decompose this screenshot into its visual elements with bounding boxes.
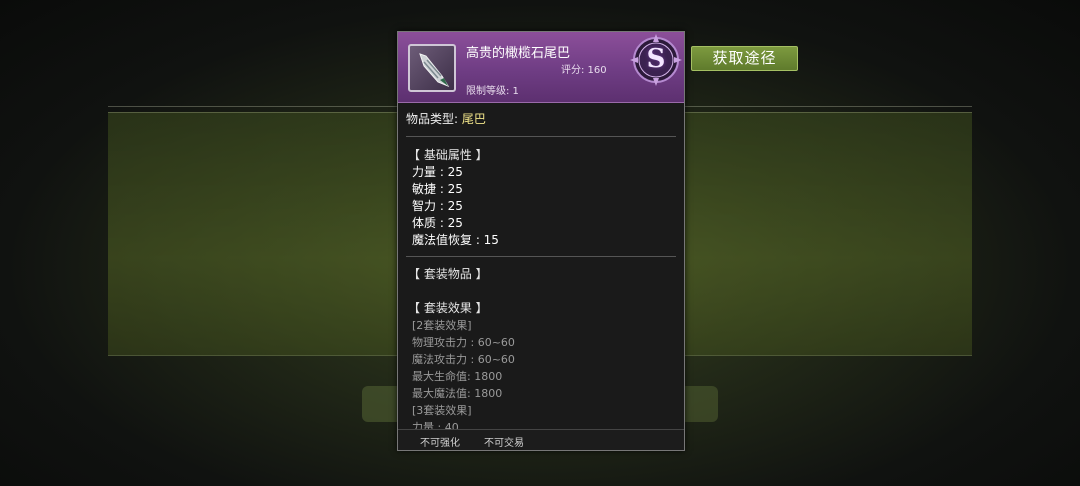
item-tooltip: 高贵的橄榄石尾巴 评分: 160 限制等级: 1 S 物品类型: 尾巴 【 基础… — [397, 31, 685, 451]
item-type-value: 尾巴 — [461, 112, 486, 126]
grade-letter: S — [646, 44, 666, 74]
stat-strength: 力量 : 25 — [412, 165, 463, 179]
stat-agility: 敏捷 : 25 — [412, 182, 463, 196]
set-items-title: 【 套装物品 】 — [408, 267, 488, 281]
set-effect-line: [2套装效果] — [412, 319, 472, 332]
level-limit: 限制等级: 1 — [466, 86, 519, 97]
set-effect-line: 最大魔法值: 1800 — [412, 387, 503, 400]
set-effect-line: 最大生命值: 1800 — [412, 370, 503, 383]
tooltip-header: 高贵的橄榄石尾巴 评分: 160 限制等级: 1 S — [398, 32, 684, 103]
stat-mana-regen: 魔法值恢复 : 15 — [412, 233, 499, 247]
set-effect-line: [3套装效果] — [412, 404, 472, 417]
divider — [406, 136, 676, 137]
grade-badge-icon: S — [630, 34, 682, 86]
acquire-source-button[interactable]: 获取途径 — [691, 46, 798, 71]
base-attributes-title: 【 基础属性 】 — [408, 148, 488, 162]
no-enhance-label: 不可强化 — [420, 438, 460, 449]
tooltip-footer: 不可强化 不可交易 — [398, 429, 684, 450]
set-effects-title: 【 套装效果 】 — [408, 301, 488, 315]
set-effect-line: 物理攻击力 : 60~60 — [412, 336, 515, 349]
item-score: 评分: 160 — [561, 65, 607, 76]
item-type-row: 物品类型: 尾巴 — [406, 110, 486, 127]
divider — [406, 256, 676, 257]
stat-constitution: 体质 : 25 — [412, 216, 463, 230]
item-name: 高贵的橄榄石尾巴 — [466, 46, 571, 61]
set-effect-line: 魔法攻击力 : 60~60 — [412, 353, 515, 366]
stat-intelligence: 智力 : 25 — [412, 199, 463, 213]
item-type-label: 物品类型: — [406, 112, 459, 126]
no-trade-label: 不可交易 — [484, 438, 524, 449]
tail-icon — [408, 44, 456, 92]
